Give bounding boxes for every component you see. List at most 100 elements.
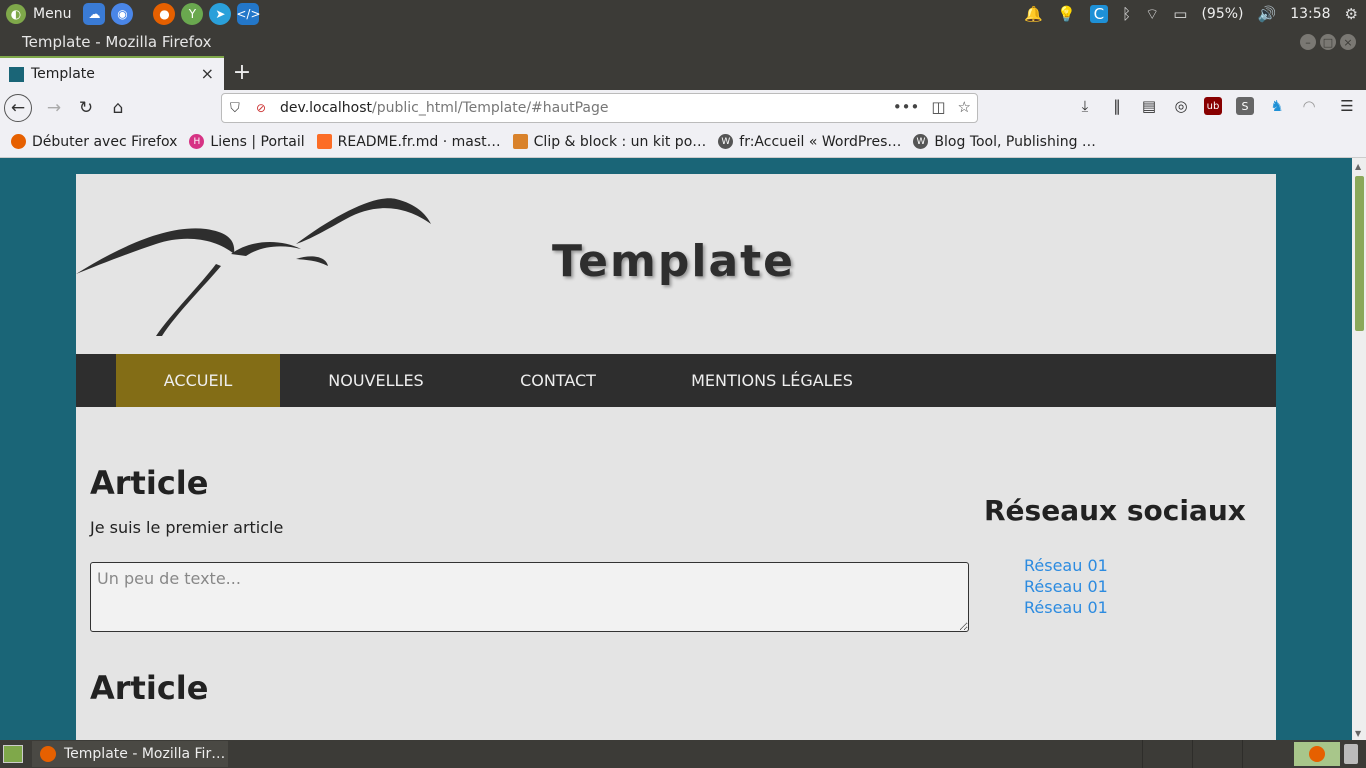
page-scrollbar[interactable]: ▲ ▼: [1352, 158, 1366, 740]
workspace-switcher[interactable]: [1142, 740, 1292, 768]
bookmark-star-icon[interactable]: ☆: [958, 98, 971, 116]
bookmarks-toolbar: Débuter avec Firefox H Liens | Portail R…: [0, 126, 1366, 158]
aside-title: Réseaux sociaux: [984, 494, 1246, 527]
tracking-shield-icon[interactable]: ⛉: [230, 101, 246, 116]
library-icon[interactable]: ‖: [1108, 97, 1126, 115]
page-viewport: Template ACCUEIL NOUVELLES CONTACT MENTI…: [0, 158, 1352, 740]
telegram-icon[interactable]: ➤: [209, 3, 232, 25]
os-menu-label: Menu: [33, 6, 72, 22]
trash-icon[interactable]: [1344, 744, 1358, 764]
toolbar-right: ⤓ ‖ ▤ ◎ ub S ♞ ◠ ☰: [1076, 97, 1356, 115]
c-app-icon[interactable]: C: [1089, 5, 1109, 23]
social-aside: Réseaux sociaux Réseau 01 Réseau 01 Rése…: [984, 494, 1264, 618]
files-icon[interactable]: ☁: [83, 3, 106, 25]
active-workspace[interactable]: [1294, 742, 1340, 766]
bluetooth-icon[interactable]: ᛒ: [1122, 5, 1131, 23]
navigation-toolbar: ← → ↻ ⌂ ⛉ ⊘ dev.localhost /public_html/T…: [0, 90, 1366, 126]
comment-textarea[interactable]: [90, 562, 969, 632]
h-icon: H: [189, 134, 205, 149]
system-tray: 🔔 💡 C ᛒ ⌔ ▭ (95%) 🔊 13:58 ⚙: [1024, 0, 1358, 28]
taskbar-window-button[interactable]: Template - Mozilla Fir…: [32, 741, 228, 767]
bird-logo: [76, 198, 431, 336]
tab-template[interactable]: Template ×: [0, 56, 224, 90]
hamburger-menu-icon[interactable]: ☰: [1338, 97, 1356, 115]
yarn-icon[interactable]: Y: [181, 3, 204, 25]
firefox-icon[interactable]: ●: [153, 3, 176, 25]
sidebar-icon[interactable]: ▤: [1140, 97, 1158, 115]
workspace-3[interactable]: [1242, 740, 1292, 768]
forward-button[interactable]: →: [40, 94, 68, 122]
wordpress-icon: W: [718, 134, 734, 149]
article-text: Je suis le premier article: [90, 518, 284, 537]
list-item: Réseau 01: [1024, 576, 1264, 597]
bookmark-label: fr:Accueil « WordPres…: [739, 133, 902, 150]
settings-gear-icon[interactable]: ⚙: [1345, 5, 1358, 23]
bookmark-item[interactable]: Clip & block : un kit po…: [512, 134, 706, 150]
tab-favicon-icon: [9, 66, 24, 82]
stylus-icon[interactable]: S: [1236, 97, 1254, 115]
os-menu-button[interactable]: ◐ Menu: [6, 0, 71, 28]
mint-logo-icon: ◐: [6, 4, 26, 24]
battery-icon[interactable]: ▭: [1173, 5, 1187, 23]
scroll-up-icon[interactable]: ▲: [1355, 162, 1361, 171]
firefox-icon: [1309, 746, 1325, 762]
clock[interactable]: 13:58: [1290, 6, 1330, 22]
minimize-button[interactable]: –: [1300, 34, 1316, 50]
lightbulb-icon[interactable]: 💡: [1057, 5, 1076, 23]
insecure-lock-icon[interactable]: ⊘: [256, 101, 272, 115]
social-link[interactable]: Réseau 01: [1024, 577, 1108, 596]
wifi-icon[interactable]: ⌔: [1145, 5, 1159, 24]
maximize-button[interactable]: □: [1320, 34, 1336, 50]
social-link[interactable]: Réseau 01: [1024, 598, 1108, 617]
bookmark-item[interactable]: README.fr.md · mast…: [316, 134, 501, 150]
os-top-panel: ◐ Menu ☁ ◉ ● Y ➤ </> 🔔 💡 C ᛒ ⌔ ▭ (95%) 🔊…: [0, 0, 1366, 28]
url-path: /public_html/Template/#hautPage: [372, 100, 609, 116]
tab-title: Template: [31, 66, 95, 82]
notifications-icon[interactable]: 🔔: [1024, 5, 1043, 23]
home-button[interactable]: ⌂: [104, 94, 132, 122]
nav-contact[interactable]: CONTACT: [472, 354, 644, 407]
show-desktop-button[interactable]: [3, 745, 23, 763]
ghostery-icon[interactable]: ♞: [1268, 97, 1286, 115]
volume-icon[interactable]: 🔊: [1258, 5, 1277, 23]
bookmark-label: Débuter avec Firefox: [32, 133, 178, 150]
pocket-icon[interactable]: ◫: [931, 98, 945, 116]
site-header: Template: [76, 174, 1276, 354]
url-bar[interactable]: ⛉ ⊘ dev.localhost /public_html/Template/…: [221, 93, 978, 123]
vscode-icon[interactable]: </>: [236, 3, 261, 25]
firefox-icon: [11, 134, 26, 149]
close-window-button[interactable]: ×: [1340, 34, 1356, 50]
list-item: Réseau 01: [1024, 555, 1264, 576]
site-page: Template ACCUEIL NOUVELLES CONTACT MENTI…: [76, 174, 1276, 740]
taskbar-window-label: Template - Mozilla Fir…: [64, 746, 226, 762]
tab-close-icon[interactable]: ×: [201, 64, 214, 83]
battery-percent: (95%): [1201, 6, 1244, 22]
bookmark-item[interactable]: H Liens | Portail: [189, 133, 305, 150]
new-tab-button[interactable]: +: [230, 58, 254, 86]
account-icon[interactable]: ◎: [1172, 97, 1190, 115]
scroll-down-icon[interactable]: ▼: [1355, 729, 1361, 738]
window-title-bar: Template - Mozilla Firefox – □ ×: [0, 28, 1366, 56]
back-button[interactable]: ←: [4, 94, 32, 122]
bookmark-label: Liens | Portail: [210, 133, 305, 150]
page-actions-button[interactable]: •••: [893, 98, 920, 116]
bookmark-item[interactable]: Débuter avec Firefox: [11, 134, 177, 150]
url-host: dev.localhost: [280, 100, 372, 116]
downloads-icon[interactable]: ⤓: [1076, 97, 1094, 115]
workspace-2[interactable]: [1192, 740, 1242, 768]
window-controls: – □ ×: [1300, 34, 1356, 50]
scrollbar-thumb[interactable]: [1355, 176, 1364, 331]
reload-button[interactable]: ↻: [72, 94, 100, 122]
nav-mentions-legales[interactable]: MENTIONS LÉGALES: [652, 354, 892, 407]
wordpress-icon: W: [913, 134, 929, 149]
bookmark-item[interactable]: W fr:Accueil « WordPres…: [718, 134, 901, 150]
main-content: Article Je suis le premier article Artic…: [90, 464, 970, 707]
nav-accueil[interactable]: ACCUEIL: [116, 354, 280, 407]
extension-icon[interactable]: ◠: [1300, 97, 1318, 115]
ublock-icon[interactable]: ub: [1204, 97, 1222, 115]
chromium-icon[interactable]: ◉: [111, 3, 134, 25]
nav-nouvelles[interactable]: NOUVELLES: [288, 354, 464, 407]
social-link[interactable]: Réseau 01: [1024, 556, 1108, 575]
bookmark-item[interactable]: W Blog Tool, Publishing …: [913, 134, 1096, 150]
workspace-1[interactable]: [1142, 740, 1192, 768]
